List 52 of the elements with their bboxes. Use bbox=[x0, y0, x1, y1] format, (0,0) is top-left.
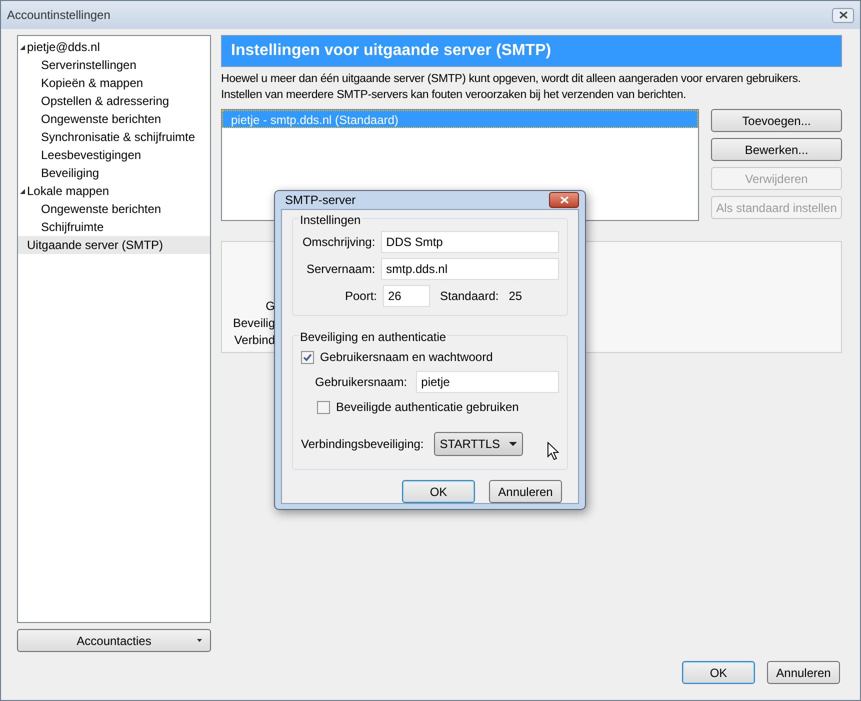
default-port-value: 25 bbox=[508, 288, 522, 305]
tree-item[interactable]: Opstellen & adressering bbox=[18, 92, 210, 110]
tree-item[interactable]: Beveiliging bbox=[18, 164, 210, 182]
tree-item[interactable]: Uitgaande server (SMTP) bbox=[18, 236, 210, 254]
window-title: Accountinstellingen bbox=[7, 7, 110, 24]
checkbox[interactable] bbox=[317, 400, 330, 414]
tree-item[interactable]: Ongewenste berichten bbox=[18, 110, 210, 128]
checkbox-label: Gebruikersnaam en wachtwoord bbox=[320, 349, 493, 366]
panel-description: Hoewel u meer dan één uitgaande server (SMTP) kunt opgeven, wordt dit alleen aangeraden voor ervaren gebruikers. Instellen van meerdere SMTP-servers kan fouten veroorzaken bij het verzenden van berichten. bbox=[221, 72, 802, 103]
account-actions-button[interactable]: Accountacties bbox=[17, 629, 211, 652]
field-label: Verbind bbox=[234, 332, 275, 349]
ok-button[interactable]: OK bbox=[402, 480, 475, 503]
field-label: G bbox=[266, 298, 275, 315]
tree-item[interactable]: Ongewenste berichten bbox=[18, 200, 210, 218]
tree-item[interactable]: Synchronisatie & schijfruimte bbox=[18, 128, 210, 146]
expander-icon[interactable] bbox=[19, 44, 26, 50]
expander-icon[interactable] bbox=[19, 188, 26, 194]
tree-item[interactable]: Schijfruimte bbox=[18, 218, 210, 236]
mouse-cursor-icon bbox=[546, 441, 559, 461]
default-port-label: Standaard: bbox=[440, 288, 499, 305]
tree-item[interactable]: Kopieën & mappen bbox=[18, 74, 210, 92]
tree-item[interactable]: Serverinstellingen bbox=[18, 56, 210, 74]
dialog-button[interactable]: Toevoegen... bbox=[711, 109, 842, 132]
close-button[interactable] bbox=[832, 8, 854, 22]
panel-heading: Instellingen voor uitgaande server (SMTP) bbox=[221, 35, 842, 67]
dialog-button[interactable]: Annuleren bbox=[767, 661, 840, 684]
dropdown-icon bbox=[197, 639, 202, 642]
field-label: Beveilig bbox=[232, 315, 275, 332]
server-name-field[interactable]: smtp.dds.nl bbox=[381, 258, 559, 280]
field-label: Gebruikersnaam: bbox=[315, 374, 408, 391]
field-label: Verbindingsbeveiliging: bbox=[301, 436, 424, 453]
dialog-button[interactable]: Annuleren bbox=[489, 480, 562, 503]
close-button[interactable] bbox=[549, 192, 579, 208]
dialog-button[interactable]: Bewerken... bbox=[711, 138, 842, 161]
port-field[interactable]: 26 bbox=[383, 285, 430, 307]
connection-security-dropdown[interactable]: STARTTLS bbox=[434, 432, 523, 456]
close-icon bbox=[560, 196, 568, 204]
dropdown-icon bbox=[508, 442, 517, 446]
tree-item[interactable]: Leesbevestigingen bbox=[18, 146, 210, 164]
description-field[interactable]: DDS Smtp bbox=[381, 231, 559, 253]
checkbox[interactable] bbox=[301, 350, 314, 364]
field-label: Poort: bbox=[344, 288, 377, 305]
checkmark-icon bbox=[303, 352, 312, 362]
close-icon bbox=[838, 11, 848, 19]
dialog-title: SMTP-server bbox=[285, 192, 356, 209]
field-label: Omschrijving: bbox=[301, 234, 376, 251]
tree-item[interactable]: pietje@dds.nl bbox=[18, 38, 210, 56]
field-label: Servernaam: bbox=[305, 261, 376, 278]
ok-button[interactable]: OK bbox=[682, 661, 755, 684]
username-field[interactable]: pietje bbox=[416, 371, 559, 393]
checkbox-label: Beveiligde authenticatie gebruiken bbox=[336, 399, 519, 416]
tree-item[interactable]: Lokale mappen bbox=[18, 182, 210, 200]
